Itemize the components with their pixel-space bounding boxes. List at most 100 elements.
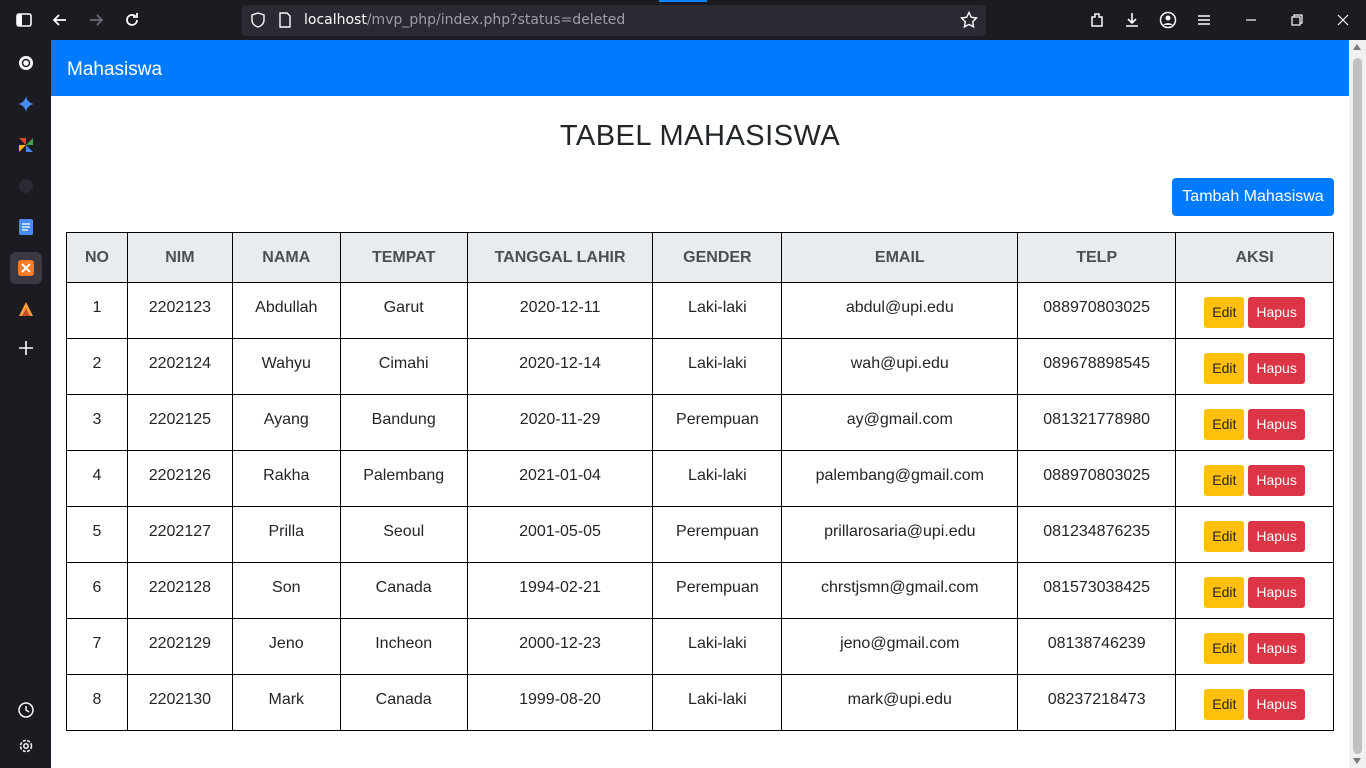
cell-nama: Prilla [231, 506, 341, 563]
cell-tanggal-lahir: 2001-05-05 [466, 506, 654, 563]
star-icon[interactable] [960, 11, 978, 29]
delete-button[interactable]: Hapus [1248, 408, 1305, 440]
cell-gender: Laki-laki [652, 618, 783, 675]
cell-telp: 081321778980 [1017, 394, 1177, 451]
edit-button[interactable]: Edit [1204, 520, 1245, 552]
cell-nim: 2202129 [126, 618, 233, 675]
pinwheel-icon[interactable] [14, 133, 38, 157]
reload-icon[interactable] [120, 8, 144, 32]
cell-telp: 08237218473 [1017, 674, 1177, 731]
cell-telp: 088970803025 [1017, 282, 1177, 339]
edit-button[interactable]: Edit [1204, 464, 1245, 496]
browser-toolbar: localhost/mvp_php/index.php?status=delet… [0, 0, 1366, 40]
table-row: 8 2202130 Mark Canada 1999-08-20 Laki-laki mar… [66, 674, 1334, 731]
browser-sidebar [0, 40, 51, 768]
url-host: localhost [304, 12, 367, 28]
cell-no: 1 [66, 282, 128, 339]
cell-aksi: Edit Hapus [1175, 506, 1334, 563]
cell-gender: Laki-laki [652, 450, 783, 507]
shield-icon[interactable] [250, 12, 266, 28]
cell-telp: 089678898545 [1017, 338, 1177, 395]
cell-nama: Mark [231, 674, 341, 731]
cell-telp: 081234876235 [1017, 506, 1177, 563]
header-aksi: AKSI [1175, 232, 1334, 283]
cell-nim: 2202125 [126, 394, 233, 451]
table-row: 1 2202123 Abdullah Garut 2020-12-11 Laki-laki… [66, 282, 1334, 339]
sidebar-toggle-icon[interactable] [12, 8, 36, 32]
cell-nama: Rakha [231, 450, 341, 507]
scroll-up-arrow[interactable] [1353, 44, 1361, 50]
header-nama: NAMA [231, 232, 341, 283]
settings-icon[interactable] [14, 734, 38, 758]
delete-button[interactable]: Hapus [1248, 520, 1305, 552]
page-scrollbar[interactable] [1349, 40, 1366, 768]
gemini-icon[interactable] [14, 92, 38, 116]
forward-icon[interactable] [84, 8, 108, 32]
close-icon[interactable] [1331, 8, 1355, 32]
delete-button[interactable]: Hapus [1248, 632, 1305, 664]
cell-telp: 088970803025 [1017, 450, 1177, 507]
cell-gender: Perempuan [652, 562, 783, 619]
cell-no: 7 [66, 618, 128, 675]
page-icon [279, 12, 291, 28]
url-text[interactable]: localhost/mvp_php/index.php?status=delet… [304, 5, 625, 36]
cell-nama: Ayang [231, 394, 341, 451]
github-icon[interactable] [14, 174, 38, 198]
cell-email: prillarosaria@upi.edu [781, 506, 1019, 563]
cell-email: palembang@gmail.com [781, 450, 1019, 507]
cell-aksi: Edit Hapus [1175, 338, 1334, 395]
cell-email: ay@gmail.com [781, 394, 1019, 451]
cell-no: 8 [66, 674, 128, 731]
navbar-brand[interactable]: Mahasiswa [67, 40, 162, 96]
delete-button[interactable]: Hapus [1248, 464, 1305, 496]
add-icon[interactable] [14, 336, 38, 360]
edit-button[interactable]: Edit [1204, 688, 1245, 720]
cell-aksi: Edit Hapus [1175, 618, 1334, 675]
table-header-row: NO NIM NAMA TEMPAT TANGGAL LAHIR GENDER … [66, 232, 1334, 283]
cell-email: abdul@upi.edu [781, 282, 1019, 339]
delete-button[interactable]: Hapus [1248, 352, 1305, 384]
cell-nim: 2202127 [126, 506, 233, 563]
back-icon[interactable] [48, 8, 72, 32]
header-tempat: TEMPAT [339, 232, 468, 283]
edit-button[interactable]: Edit [1204, 632, 1245, 664]
cell-tempat: Seoul [339, 506, 468, 563]
edit-button[interactable]: Edit [1204, 296, 1245, 328]
cell-no: 5 [66, 506, 128, 563]
restore-icon[interactable] [1285, 8, 1309, 32]
cell-nim: 2202123 [126, 282, 233, 339]
url-path: /mvp_php/index.php?status=deleted [366, 12, 626, 28]
extensions-icon[interactable] [1085, 8, 1109, 32]
cell-tanggal-lahir: 1999-08-20 [466, 674, 654, 731]
chatgpt-icon[interactable] [14, 51, 38, 75]
scrollbar-thumb[interactable] [1353, 58, 1362, 754]
xampp-icon[interactable] [14, 256, 38, 280]
url-bar[interactable]: localhost/mvp_php/index.php?status=delet… [242, 5, 986, 36]
account-icon[interactable] [1156, 8, 1180, 32]
header-email: EMAIL [781, 232, 1019, 283]
cell-nim: 2202124 [126, 338, 233, 395]
header-tanggal-lahir: TANGGAL LAHIR [466, 232, 654, 283]
scroll-down-arrow[interactable] [1353, 758, 1361, 764]
ai-studio-icon[interactable] [14, 297, 38, 321]
download-icon[interactable] [1120, 8, 1144, 32]
edit-button[interactable]: Edit [1204, 576, 1245, 608]
cell-tempat: Garut [339, 282, 468, 339]
minimize-icon[interactable] [1239, 8, 1263, 32]
cell-tanggal-lahir: 2021-01-04 [466, 450, 654, 507]
cell-nama: Son [231, 562, 341, 619]
docs-icon[interactable] [14, 215, 38, 239]
cell-gender: Perempuan [652, 394, 783, 451]
cell-email: wah@upi.edu [781, 338, 1019, 395]
edit-button[interactable]: Edit [1204, 408, 1245, 440]
history-icon[interactable] [14, 698, 38, 722]
edit-button[interactable]: Edit [1204, 352, 1245, 384]
cell-gender: Laki-laki [652, 282, 783, 339]
delete-button[interactable]: Hapus [1248, 296, 1305, 328]
cell-tempat: Canada [339, 562, 468, 619]
add-student-button[interactable]: Tambah Mahasiswa [1172, 178, 1334, 216]
delete-button[interactable]: Hapus [1248, 688, 1305, 720]
delete-button[interactable]: Hapus [1248, 576, 1305, 608]
menu-icon[interactable] [1192, 8, 1216, 32]
table-row: 4 2202126 Rakha Palembang 2021-01-04 Laki-lak… [66, 450, 1334, 507]
